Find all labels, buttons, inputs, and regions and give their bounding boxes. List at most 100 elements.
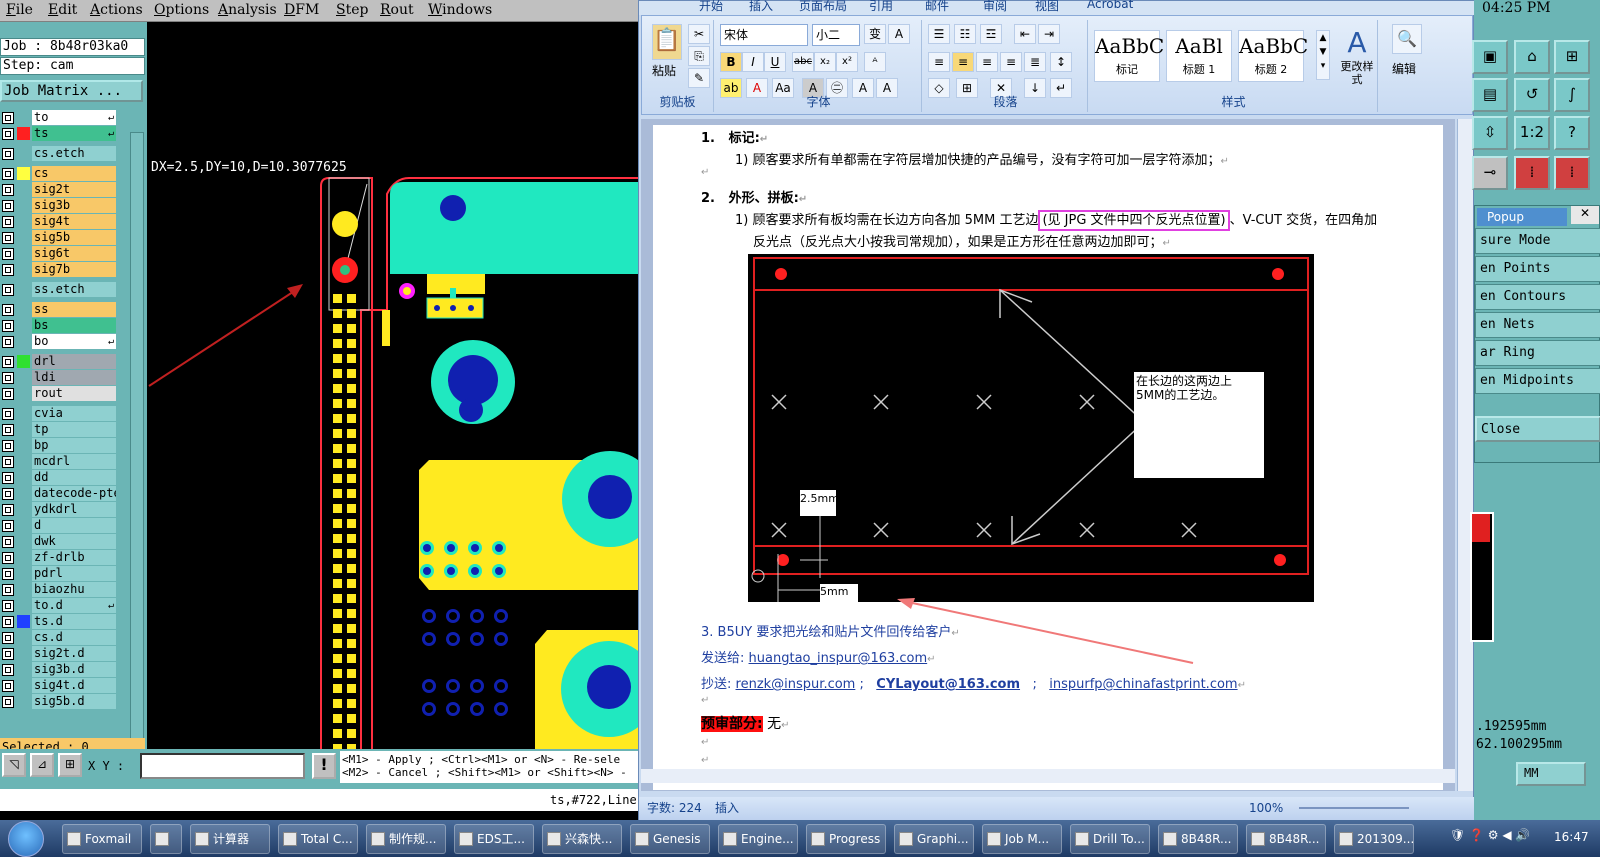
layer-row[interactable]: sig3b.d [0, 662, 120, 677]
layer-row[interactable]: biaozhu [0, 582, 120, 597]
layer-checkbox[interactable] [2, 440, 14, 452]
underline-button[interactable]: U [764, 52, 786, 72]
layer-name[interactable]: bo ↵ [32, 334, 116, 349]
menu-analysis[interactable]: Analysis [218, 2, 277, 18]
tray-icons[interactable]: 🛡 ❓ ⚙ ◀ 🔊 [1450, 828, 1530, 842]
taskbar-item[interactable]: EDS工... [454, 824, 534, 854]
ribbon-tab[interactable]: 页面布局 [799, 0, 847, 14]
menu-file[interactable]: File [6, 2, 33, 18]
distributed-icon[interactable]: ≣ [1024, 52, 1046, 72]
zoom-level[interactable]: 100% [1249, 797, 1283, 819]
layer-row[interactable]: sig2t.d [0, 646, 120, 661]
layer-row[interactable]: sig4t.d [0, 678, 120, 693]
popup-item[interactable]: en Nets [1475, 312, 1600, 338]
help-icon[interactable]: ? [1554, 116, 1590, 150]
layer-name[interactable]: sig3b.d [32, 662, 116, 677]
layer-checkbox[interactable] [2, 264, 14, 276]
phonetic-icon[interactable]: 变 [864, 24, 886, 44]
layer-name[interactable]: sig4t.d [32, 678, 116, 693]
italic-button[interactable]: I [742, 52, 764, 72]
layer-row[interactable]: sig5b [0, 230, 120, 245]
grid-icon[interactable]: ⊞ [58, 753, 82, 777]
ribbon-tab[interactable]: 视图 [1035, 0, 1059, 14]
layer-row[interactable]: to.d ↵ [0, 598, 120, 613]
layer-row[interactable]: sig5b.d [0, 694, 120, 709]
layer-row[interactable]: mcdrl [0, 454, 120, 469]
cut-icon[interactable]: ✂ [688, 24, 710, 44]
layer-checkbox[interactable] [2, 632, 14, 644]
start-button[interactable] [8, 821, 44, 857]
layer-checkbox[interactable] [2, 248, 14, 260]
popup-item[interactable]: en Points [1475, 256, 1600, 282]
layer-row[interactable]: cvia [0, 406, 120, 421]
layer-row[interactable]: ts ↵ [0, 126, 120, 141]
layer-name[interactable]: to ↵ [32, 110, 116, 125]
layer-name[interactable]: to.d ↵ [32, 598, 116, 613]
layer-name[interactable]: cs.etch [32, 146, 116, 161]
taskbar-item[interactable]: 8B48R... [1158, 824, 1238, 854]
layer-row[interactable]: ts.d [0, 614, 120, 629]
styles-scroll[interactable]: ▲ ▼ ▾ [1316, 30, 1330, 80]
units-button[interactable]: MM [1516, 762, 1586, 786]
font-size-combo[interactable]: 小二 [812, 24, 860, 46]
taskbar-item[interactable]: 计算器 [190, 824, 270, 854]
layer-row[interactable]: sig7b [0, 262, 120, 277]
layer-row[interactable]: bp [0, 438, 120, 453]
menu-windows[interactable]: Windows [428, 2, 492, 18]
zoom-slider[interactable] [1299, 807, 1409, 809]
popup-close-button[interactable]: Close [1475, 416, 1600, 442]
copy-icon[interactable]: ⎘ [688, 46, 710, 66]
board-icon-2[interactable]: ⁞ [1554, 156, 1590, 190]
tool-icon-3[interactable]: ⊞ [1554, 40, 1590, 74]
subscript-button[interactable]: x₂ [814, 52, 836, 72]
cc-email-2[interactable]: CYLayout@163.com [876, 677, 1020, 692]
layer-row[interactable]: dd [0, 470, 120, 485]
ribbon-tab[interactable]: 开始 [699, 0, 723, 14]
layer-row[interactable]: sig3b [0, 198, 120, 213]
strikethrough-button[interactable]: abc [792, 52, 814, 72]
insert-mode[interactable]: 插入 [715, 797, 739, 819]
layer-checkbox[interactable] [2, 616, 14, 628]
layer-name[interactable]: sig3b [32, 198, 116, 213]
taskbar-item[interactable]: Graphi... [894, 824, 974, 854]
layer-name[interactable]: rout [32, 386, 116, 401]
layer-checkbox[interactable] [2, 408, 14, 420]
info-icon[interactable]: ! [312, 753, 336, 779]
layer-row[interactable]: dwk [0, 534, 120, 549]
popup-item[interactable]: sure Mode [1475, 228, 1600, 254]
taskbar-item[interactable]: Foxmail [62, 824, 142, 854]
layer-name[interactable]: ldi [32, 370, 116, 385]
layer-name[interactable]: dwk [32, 534, 116, 549]
layer-checkbox[interactable] [2, 168, 14, 180]
numbering-icon[interactable]: ☷ [954, 24, 976, 44]
tool-icon-6[interactable]: ∫ [1554, 78, 1590, 112]
layer-name[interactable]: ss.etch [32, 282, 116, 297]
taskbar-item[interactable]: 制作规... [366, 824, 446, 854]
clear-format-icon[interactable]: ᴬ [864, 52, 886, 72]
paste-icon[interactable]: 📋 [652, 24, 682, 60]
layer-checkbox[interactable] [2, 356, 14, 368]
layer-row[interactable]: cs.d [0, 630, 120, 645]
taskbar-item[interactable]: 兴森快... [542, 824, 622, 854]
measure-icon[interactable]: ⊿ [30, 753, 54, 777]
tool-icon-10[interactable]: ⊸ [1472, 156, 1508, 190]
layer-row[interactable]: sig4t [0, 214, 120, 229]
font-name-combo[interactable]: 宋体 [720, 24, 808, 46]
layer-checkbox[interactable] [2, 696, 14, 708]
layer-row[interactable]: bs [0, 318, 120, 333]
decrease-indent-icon[interactable]: ⇤ [1014, 24, 1036, 44]
bullets-icon[interactable]: ☰ [928, 24, 950, 44]
ribbon-tab[interactable]: 引用 [869, 0, 893, 14]
change-styles-button[interactable]: A 更改样式 [1336, 26, 1378, 86]
layer-row[interactable]: ldi [0, 370, 120, 385]
layer-name[interactable]: ydkdrl [32, 502, 116, 517]
superscript-button[interactable]: x² [836, 52, 858, 72]
layer-name[interactable]: dd [32, 470, 116, 485]
layer-checkbox[interactable] [2, 128, 14, 140]
send-to-email[interactable]: huangtao_inspur@163.com [749, 651, 928, 666]
layer-row[interactable]: sig2t [0, 182, 120, 197]
align-right-icon[interactable]: ≡ [976, 52, 998, 72]
layer-checkbox[interactable] [2, 216, 14, 228]
layer-name[interactable]: pdrl [32, 566, 116, 581]
line-spacing-icon[interactable]: ↕ [1050, 52, 1072, 72]
